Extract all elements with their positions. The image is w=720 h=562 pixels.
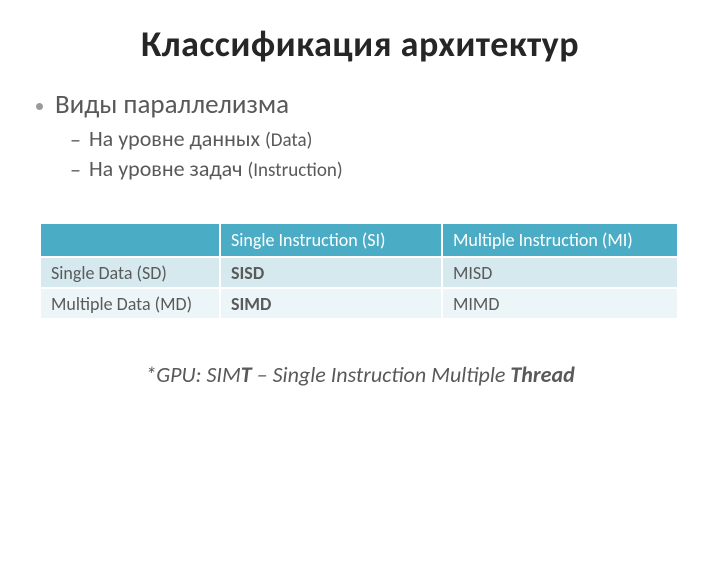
table-header <box>40 223 220 257</box>
sub-bullet-label: На уровне задач (Instruction) <box>89 155 343 182</box>
table-row-label: Multiple Data (MD) <box>40 288 220 319</box>
dash-icon: – <box>70 126 81 153</box>
list-item: – На уровне задач (Instruction) <box>70 155 720 183</box>
dash-icon: – <box>70 156 81 183</box>
list-item: – На уровне данных (Data) <box>70 125 720 153</box>
flynn-table: Single Data (SD) Multiple Data (MD) Sing… <box>40 223 720 319</box>
footnote: *GPU: SIMT – Single Instruction Multiple… <box>0 361 720 388</box>
list-item: Виды параллелизма <box>36 88 720 121</box>
sub-bullet-label: На уровне данных (Data) <box>89 125 312 152</box>
table-row-label: Single Data (SD) <box>40 257 220 288</box>
table-header: Multiple Instruction (MI) <box>442 223 678 257</box>
page-title: Классификация архитектур <box>0 22 720 66</box>
table-cell: MISD <box>442 257 678 288</box>
table-header: Single Instruction (SI) <box>220 223 442 257</box>
bullet-icon <box>36 103 43 110</box>
table-cell: SISD <box>220 257 442 288</box>
bullet-label: Виды параллелизма <box>55 88 289 121</box>
bullet-list: Виды параллелизма – На уровне данных (Da… <box>36 88 720 183</box>
table-cell: SIMD <box>220 288 442 319</box>
table-cell: MIMD <box>442 288 678 319</box>
